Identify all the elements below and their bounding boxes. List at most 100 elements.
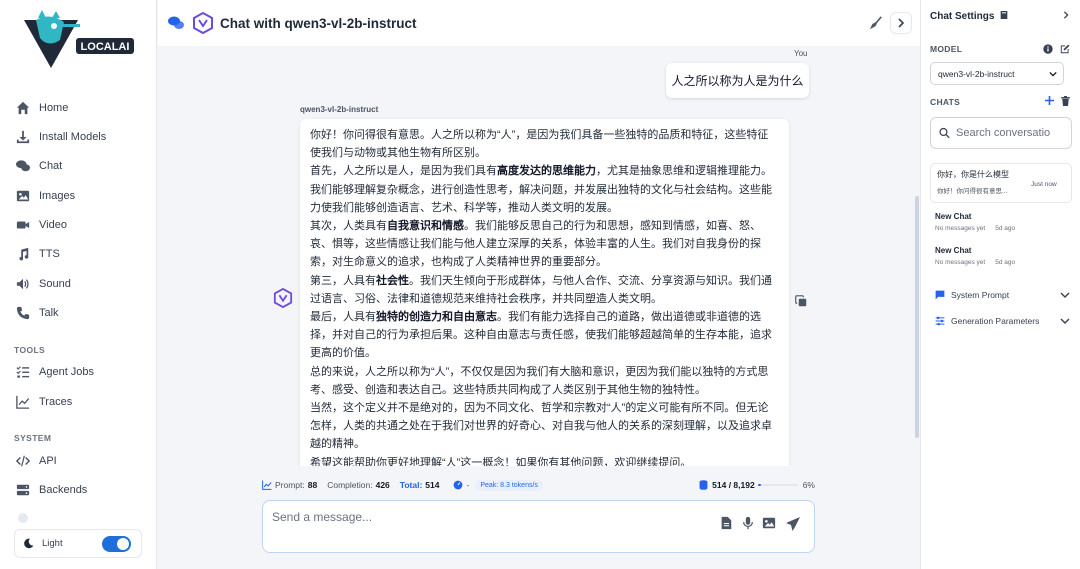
token-stats: Prompt: 88 Completion: 426 Total: 514 - … <box>262 478 815 492</box>
nav-backends-label: Backends <box>39 484 88 496</box>
new-chat-icon[interactable] <box>1045 96 1054 105</box>
info-icon[interactable] <box>1043 44 1053 54</box>
nav-traces[interactable]: Traces <box>16 391 72 413</box>
attach-image-icon[interactable] <box>762 516 776 530</box>
assistant-paragraph: 当然，这个定义并不是绝对的，因为不同文化、哲学和宗教对“人”的定义可能有所不同。… <box>310 402 772 451</box>
chat-item-meta: No messages yet 5d ago <box>935 225 1016 232</box>
database-icon <box>699 480 708 490</box>
localai-logo[interactable]: LOCALAI <box>20 10 138 70</box>
chat-item-title: New Chat <box>935 212 972 221</box>
assistant-paragraph: 总的来说，人之所以称为“人”，不仅仅是因为我们有大脑和意识，更因为我们能以独特的… <box>310 365 769 396</box>
sidebar: LOCALAI Home Install Models Chat Images … <box>0 0 157 569</box>
assistant-paragraph: 首先，人之所以是人，是因为我们具有高度发达的思维能力，尤其是抽象思维和逻辑推理能… <box>310 165 772 214</box>
chat-search-input[interactable] <box>956 127 1071 139</box>
nav-tts-label: TTS <box>39 248 60 260</box>
chat-header: Chat with qwen3-vl-2b-instruct <box>158 0 920 46</box>
user-label: You <box>794 49 808 58</box>
chat-list-item[interactable]: New Chat No messages yet 5d ago <box>935 246 1067 266</box>
assistant-model-label: qwen3-vl-2b-instruct <box>300 105 379 114</box>
chevron-right-icon <box>898 18 905 28</box>
context-usage-fill <box>758 484 761 486</box>
message-composer <box>262 500 815 553</box>
nav-tts[interactable]: TTS <box>16 243 60 265</box>
tools-section-label: TOOLS <box>14 345 46 355</box>
nav-api[interactable]: API <box>16 450 57 472</box>
assistant-paragraph: 最后，人具有独特的创造力和自由意志。我们有能力选择自己的道路，做出道德或非道德的… <box>310 311 772 360</box>
messages-scrollbar[interactable] <box>915 196 919 438</box>
send-icon[interactable] <box>785 516 801 532</box>
trash-icon[interactable] <box>1061 96 1070 106</box>
nav-talk-label: Talk <box>39 307 59 319</box>
nav-api-label: API <box>39 455 57 467</box>
system-prompt-accordion[interactable]: System Prompt <box>935 290 1070 300</box>
chat-item-meta: No messages yet 5d ago <box>935 259 1016 266</box>
home-icon <box>16 101 30 115</box>
nav-traces-label: Traces <box>39 396 73 408</box>
message-list[interactable]: You 人之所以称为人是为什么 qwen3-vl-2b-instruct 你好！… <box>158 46 920 466</box>
phone-icon <box>16 306 30 320</box>
microphone-icon[interactable] <box>741 516 755 530</box>
peak-speed-badge: Peak: 8.3 tokens/s <box>475 479 543 491</box>
theme-switch[interactable] <box>102 536 131 552</box>
theme-label: Light <box>42 538 63 549</box>
close-icon[interactable] <box>1062 11 1070 19</box>
nav-home[interactable]: Home <box>16 97 68 119</box>
nav-backends[interactable]: Backends <box>16 479 87 501</box>
speed-value: - <box>466 480 470 490</box>
music-icon <box>16 247 30 261</box>
nav-agent-jobs[interactable]: Agent Jobs <box>16 361 94 383</box>
volume-icon <box>16 277 30 291</box>
message-input[interactable] <box>272 510 672 524</box>
logo-text: LOCALAI <box>81 41 130 53</box>
video-icon <box>16 218 30 232</box>
attach-file-icon[interactable] <box>719 516 733 530</box>
toggle-settings-button[interactable] <box>890 12 912 34</box>
nav-home-label: Home <box>39 102 69 114</box>
context-usage-percent: 6% <box>802 480 815 490</box>
nav-video[interactable]: Video <box>16 214 67 236</box>
nav-chat[interactable]: Chat <box>16 155 62 177</box>
nav-talk[interactable]: Talk <box>16 302 59 324</box>
chat-item-preview: 你好！你问得很有意思... <box>937 188 1008 195</box>
nav-install-models[interactable]: Install Models <box>16 126 106 148</box>
assistant-avatar-icon <box>273 288 293 308</box>
assistant-paragraph: 你好！你问得很有意思。人之所以称为“人”，是因为我们具备一些独特的品质和特征，这… <box>310 129 769 160</box>
chat-list-item[interactable]: New Chat No messages yet 5d ago <box>935 212 1067 232</box>
chat-search[interactable] <box>930 117 1072 149</box>
chat-settings-panel: Chat Settings MODEL qwen3-vl-2b-instruct… <box>920 0 1080 569</box>
chats-section-label: CHATS <box>930 97 961 107</box>
chat-settings-title: Chat Settings <box>930 10 1008 22</box>
assistant-paragraph: 其次，人类具有自我意识和情感。我们能够反思自己的行为和思想，感知到情感，如喜、怒… <box>310 220 761 269</box>
chevron-down-icon <box>1049 71 1057 77</box>
book-icon <box>1000 11 1008 19</box>
nav-agent-jobs-label: Agent Jobs <box>39 366 95 378</box>
nav-video-label: Video <box>39 219 67 231</box>
clear-chat-button[interactable] <box>866 13 886 33</box>
nav-images[interactable]: Images <box>16 185 75 207</box>
nav-images-label: Images <box>39 190 76 202</box>
total-tokens-label: Total: <box>399 480 423 490</box>
chevron-down-icon <box>1060 318 1070 324</box>
context-usage-value: 514 / 8,192 <box>712 480 755 490</box>
context-usage-bar <box>758 484 798 486</box>
prompt-tokens-label: Prompt: <box>275 480 305 490</box>
completion-tokens-label: Completion: <box>327 480 373 490</box>
tasks-icon <box>16 365 30 379</box>
server-icon <box>16 483 30 497</box>
chat-icon <box>16 159 30 173</box>
theme-toggle[interactable]: Light <box>14 529 142 558</box>
assistant-message: 你好！你问得很有意思。人之所以称为“人”，是因为我们具备一些独特的品质和特征，这… <box>300 119 789 466</box>
nav-chat-label: Chat <box>39 160 63 172</box>
chat-item-title: 你好，你是什么模型 <box>937 170 1009 179</box>
line-chart-icon <box>262 480 272 490</box>
chat-title: Chat with qwen3-vl-2b-instruct <box>220 15 417 31</box>
message-square-icon <box>935 290 945 300</box>
chat-list-item-active[interactable]: 你好，你是什么模型 你好！你问得很有意思... Just now <box>930 163 1072 203</box>
copy-icon[interactable] <box>795 295 807 307</box>
edit-icon[interactable] <box>1060 44 1070 54</box>
nav-sound[interactable]: Sound <box>16 273 71 295</box>
partially-hidden-nav-icon <box>18 513 28 523</box>
generation-parameters-accordion[interactable]: Generation Parameters <box>935 316 1070 326</box>
model-select[interactable]: qwen3-vl-2b-instruct <box>930 62 1064 85</box>
code-icon <box>16 454 30 468</box>
